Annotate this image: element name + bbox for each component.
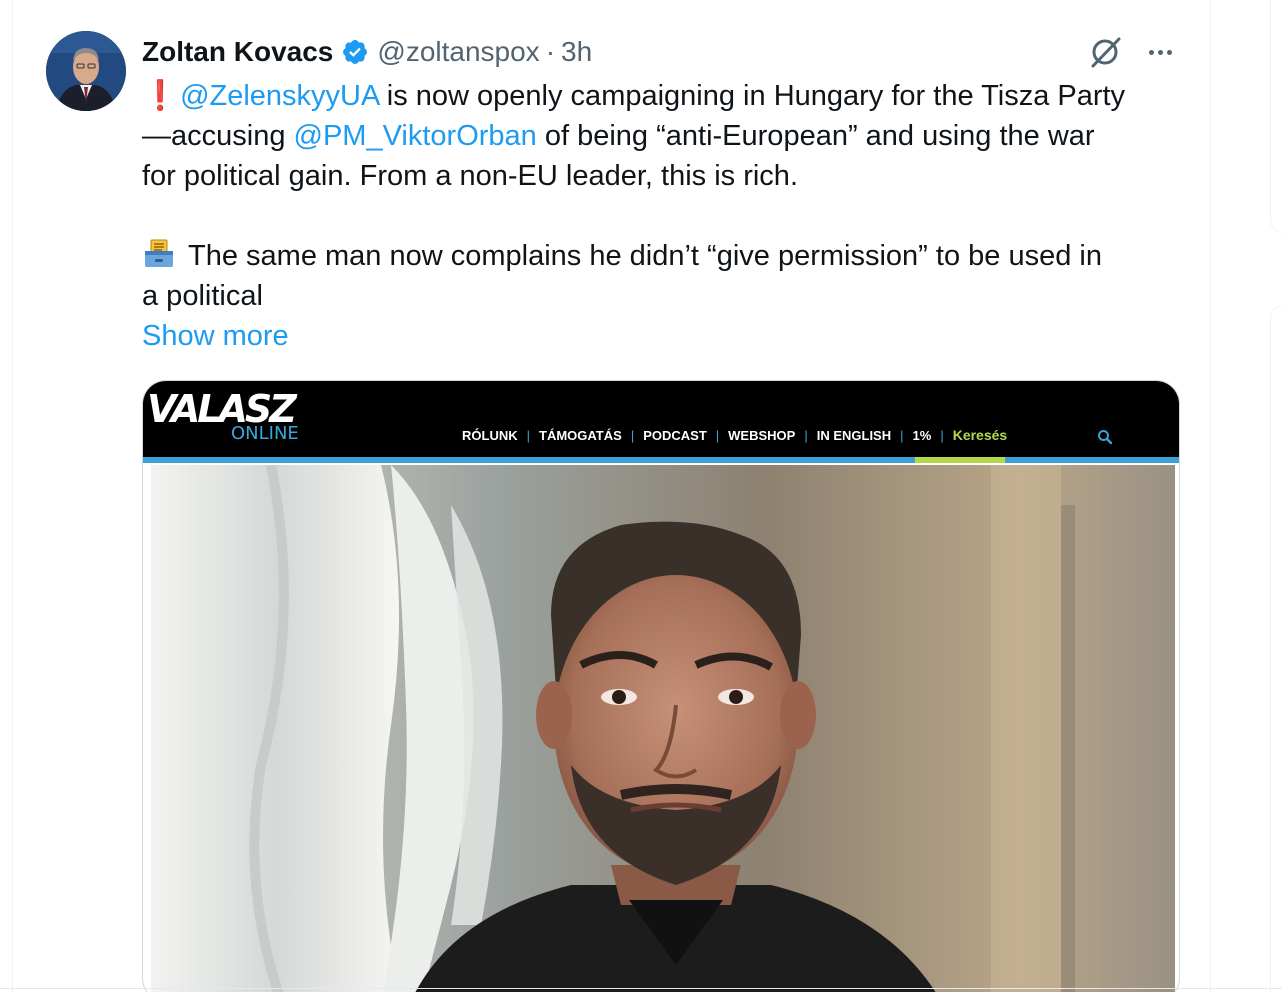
- tweet-text: ❗ @ZelenskyyUA is now openly campaigning…: [142, 76, 1202, 316]
- separator-dot: ·: [545, 36, 556, 67]
- tweet-line: a political: [142, 280, 263, 312]
- grok-icon[interactable]: [1088, 34, 1124, 70]
- site-logo-sub: ONLINE: [231, 423, 299, 444]
- avatar[interactable]: [46, 31, 126, 111]
- site-nav-item: PODCAST: [643, 427, 707, 443]
- mention-link[interactable]: @PM_ViktorOrban: [294, 120, 537, 152]
- show-more-link[interactable]: Show more: [142, 316, 289, 356]
- site-header-stripe-accent: [915, 457, 1005, 463]
- site-nav-item: TÁMOGATÁS: [539, 427, 622, 443]
- tweet-line: The same man now complains he didn’t “gi…: [142, 236, 1202, 276]
- column-border-left: [12, 0, 13, 992]
- tweet-text-segment: is now openly campaigning in Hungary for…: [378, 80, 1126, 112]
- site-nav-item: RÓLUNK: [462, 427, 518, 443]
- search-icon: [1097, 429, 1113, 445]
- site-header: VALASZ ONLINE RÓLUNK | TÁMOGATÁS | PODCA…: [143, 381, 1179, 459]
- ballot-box-icon: [142, 239, 182, 269]
- exclamation-icon: ❗: [142, 80, 179, 112]
- right-sidebar-edge: [1270, 0, 1282, 992]
- tweet-text-segment: The same man now complains he didn’t “gi…: [188, 240, 1102, 272]
- tweet-header: Zoltan Kovacs @zoltanspox · 3h: [142, 32, 592, 72]
- timestamp[interactable]: 3h: [561, 36, 592, 68]
- site-search-label: Keresés: [952, 427, 1008, 443]
- sidebar-card-edge: [1270, 0, 1282, 233]
- tweet-text-segment: of being “anti-European” and using the w…: [536, 120, 1095, 152]
- tweet-line: ❗ @ZelenskyyUA is now openly campaigning…: [142, 76, 1202, 116]
- sidebar-card-edge: [1270, 305, 1282, 992]
- page-bottom-divider: [0, 988, 1282, 989]
- more-icon[interactable]: [1140, 34, 1180, 70]
- portrait-photo: [151, 465, 1175, 992]
- author-handle[interactable]: @zoltanspox: [377, 36, 539, 68]
- site-nav-item: 1%: [912, 427, 932, 443]
- tweet-text-segment: —accusing: [142, 120, 294, 152]
- tweet-media-image[interactable]: VALASZ ONLINE RÓLUNK | TÁMOGATÁS | PODCA…: [142, 380, 1180, 992]
- mention-link[interactable]: @ZelenskyyUA: [180, 80, 379, 112]
- verified-badge-icon[interactable]: [341, 38, 369, 66]
- site-nav-item: WEBSHOP: [728, 427, 796, 443]
- tweet-line: —accusing @PM_ViktorOrban of being “anti…: [142, 116, 1202, 156]
- author-name[interactable]: Zoltan Kovacs: [142, 36, 333, 68]
- site-nav: RÓLUNK | TÁMOGATÁS | PODCAST | WEBSHOP |…: [453, 427, 1016, 443]
- tweet-line: for political gain. From a non-EU leader…: [142, 160, 798, 192]
- avatar-image: [46, 31, 126, 111]
- page: Zoltan Kovacs @zoltanspox · 3h ❗ @Zelens…: [0, 0, 1282, 992]
- site-header-stripe: [143, 457, 1179, 463]
- column-border-right: [1210, 0, 1211, 992]
- site-nav-item: IN ENGLISH: [816, 427, 892, 443]
